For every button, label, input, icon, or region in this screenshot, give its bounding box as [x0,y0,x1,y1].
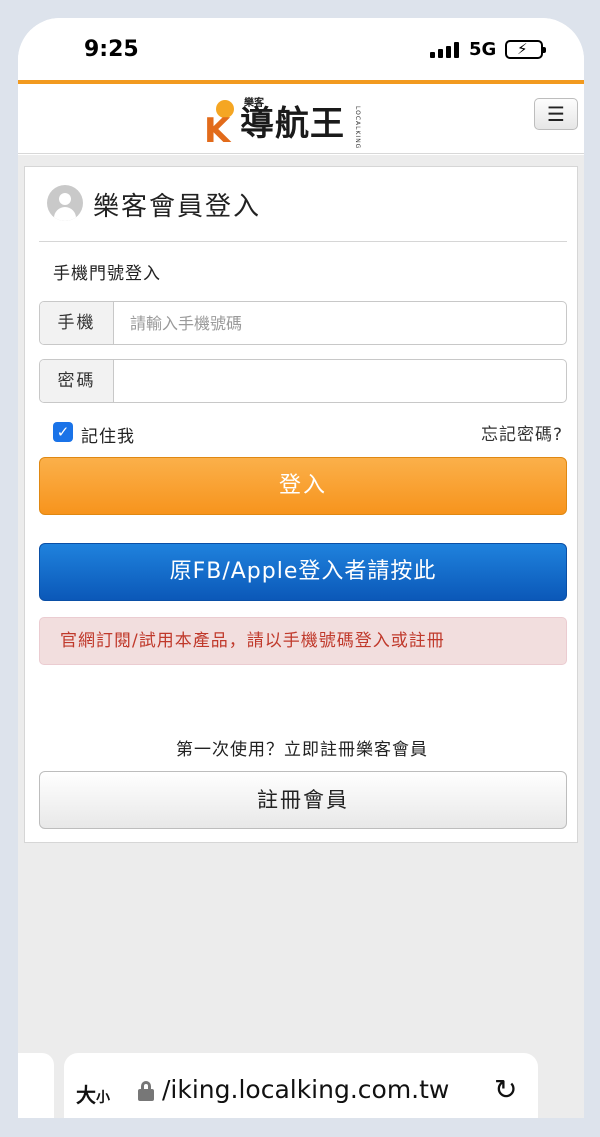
hamburger-menu-button[interactable]: ☰ [534,98,578,130]
signal-icon [430,42,462,58]
fb-apple-login-button[interactable]: 原FB/Apple登入者請按此 [39,543,567,601]
password-label: 密碼 [40,360,114,402]
browser-bottom-bar: 大小 /iking.localking.com.tw ↻ [18,1045,584,1118]
status-time: 9:25 [84,37,139,62]
battery-charging-icon: ⚡ [505,40,546,59]
title-divider [39,241,567,242]
login-card: 樂客會員登入 手機門號登入 手機 密碼 ✓ 記住我 忘記密碼? 登入 原FB/A… [24,166,578,843]
text-size-button[interactable]: 大小 [76,1079,110,1108]
logo-side-text: LOCALKING [354,106,361,150]
page-title: 樂客會員登入 [93,192,262,222]
site-header: K 樂客 導航王 LOCALKING ☰ [18,84,584,154]
status-bar: 9:25 5G ⚡ [18,18,584,80]
phone-label: 手機 [40,302,114,344]
logo-k-icon: K [204,100,238,148]
url-text[interactable]: /iking.localking.com.tw [162,1075,449,1104]
network-type: 5G [469,39,497,60]
phone-frame: 9:25 5G ⚡ K 樂客 導航王 LOCALKING ☰ 樂客會員登入 手機… [0,0,600,1137]
register-prompt-text: 第一次使用？立即註冊樂客會員 [176,740,428,760]
login-method-label: 手機門號登入 [53,264,161,284]
lock-icon [138,1081,154,1101]
phone-input[interactable] [114,302,566,344]
logo-main-text: 導航王 [240,104,345,144]
address-bar[interactable]: 大小 /iking.localking.com.tw ↻ [64,1053,538,1118]
localking-logo[interactable]: K 樂客 導航王 LOCALKING [204,90,364,150]
phone-input-group: 手機 [39,301,567,345]
forgot-password-link[interactable]: 忘記密碼? [481,420,563,445]
password-input-group: 密碼 [39,359,567,403]
login-button[interactable]: 登入 [39,457,567,515]
password-input[interactable] [114,360,566,402]
previous-tab-edge[interactable] [18,1053,54,1118]
remember-me-label: 記住我 [81,427,135,447]
reload-icon[interactable]: ↻ [494,1073,517,1106]
browser-screen: 9:25 5G ⚡ K 樂客 導航王 LOCALKING ☰ 樂客會員登入 手機… [18,18,584,1118]
register-button[interactable]: 註冊會員 [39,771,567,829]
remember-me-checkbox[interactable]: ✓ [53,422,73,442]
user-avatar-icon [47,185,83,221]
subscription-notice: 官網訂閱/試用本產品，請以手機號碼登入或註冊 [39,617,567,665]
